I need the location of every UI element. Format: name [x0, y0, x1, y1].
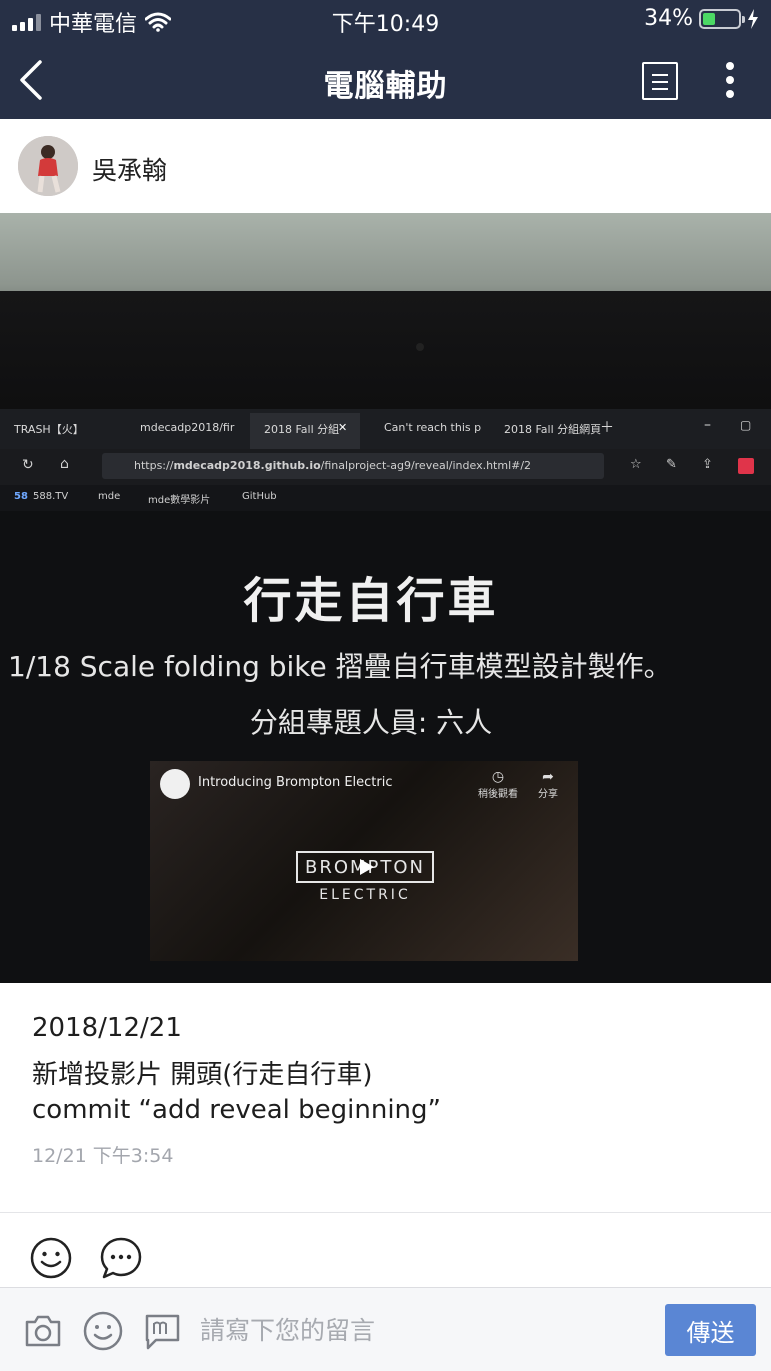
- photo-slide: 行走自行車 1/18 Scale folding bike 摺疊自行車模型設計製…: [0, 511, 771, 983]
- status-right: 34%: [644, 6, 759, 31]
- photo-bookmark-2: mde數學影片: [148, 495, 211, 506]
- photo-tab-0: TRASH【火】: [14, 423, 84, 436]
- sticker-icon[interactable]: [82, 1310, 124, 1352]
- photo-url-prefix: https://: [134, 459, 174, 472]
- camera-icon[interactable]: [22, 1310, 64, 1352]
- photo-tab-1: mdecadp2018/fir: [140, 421, 235, 434]
- smiley-icon[interactable]: [29, 1236, 73, 1280]
- photo-url-path: /finalproject-ag9/reveal/index.html#/2: [320, 459, 532, 472]
- photo-share-icon: ⇪: [702, 457, 713, 472]
- comment-bubble-icon[interactable]: [99, 1236, 143, 1280]
- photo-video-watch-later-label: 稍後觀看: [478, 789, 518, 800]
- post-body: 2018/12/21 新增投影片 開頭(行走自行車) commit “add r…: [0, 983, 771, 1213]
- clock-icon: ◷: [491, 769, 505, 785]
- photo-slide-line2: 分組專題人員: 六人: [249, 706, 493, 739]
- photo-minimize-icon: –: [704, 417, 711, 433]
- photo-tab-3: Can't reach this p: [384, 421, 482, 434]
- post-author: 吳承翰: [0, 119, 771, 213]
- note-icon[interactable]: [142, 1310, 184, 1352]
- photo-url-host: mdecadp2018.github.io: [173, 459, 321, 472]
- photo-favorite-icon: ☆: [630, 457, 642, 472]
- post-photo[interactable]: TRASH【火】 mdecadp2018/fir 2018 Fall 分組 ✕ …: [0, 213, 771, 983]
- avatar[interactable]: [18, 136, 78, 196]
- author-name[interactable]: 吳承翰: [92, 151, 167, 187]
- photo-video-watch-later: ◷ 稍後觀看: [478, 769, 518, 800]
- reaction-bar: [0, 1213, 771, 1287]
- comment-bar: 傳送: [0, 1287, 771, 1371]
- battery-icon: [699, 8, 745, 29]
- photo-home-icon: ⌂: [60, 456, 69, 472]
- photo-new-tab-icon: ＋: [600, 420, 614, 436]
- photo-video-channel-icon: [160, 769, 190, 799]
- play-icon: [360, 859, 374, 875]
- photo-bookmark-3: GitHub: [242, 491, 277, 502]
- photo-address-bar: ↻ ⌂ https://mdecadp2018.github.io/finalp…: [0, 449, 771, 485]
- photo-video-title: Introducing Brompton Electric: [198, 775, 393, 790]
- battery-level: [703, 12, 715, 25]
- photo-tab-4: 2018 Fall 分組網頁: [504, 423, 602, 436]
- photo-extension-icon: [738, 458, 754, 474]
- photo-bookmark-0: 588.TV: [33, 491, 69, 502]
- photo-url: https://mdecadp2018.github.io/finalproje…: [102, 453, 604, 479]
- photo-video-share-label: 分享: [538, 789, 558, 800]
- post-line-date: 2018/12/21: [32, 1013, 182, 1043]
- photo-tab-2: 2018 Fall 分組: [264, 423, 340, 436]
- webcam-dot: [416, 343, 424, 351]
- share-arrow-icon: ➦: [542, 769, 554, 785]
- photo-browser-tabs: TRASH【火】 mdecadp2018/fir 2018 Fall 分組 ✕ …: [0, 409, 771, 449]
- comment-input[interactable]: [200, 1306, 650, 1354]
- post-line-text: 新增投影片 開頭(行走自行車): [32, 1060, 373, 1090]
- photo-slide-title: 行走自行車: [243, 573, 499, 629]
- photo-video-embed: Introducing Brompton Electric ◷ 稍後觀看 ➦ 分…: [150, 761, 578, 961]
- top-bar: 中華電信 下午10:49 34% 電腦輔助: [0, 0, 771, 119]
- photo-bookmarks-bar: 58 588.TV mde mde數學影片 GitHub: [0, 485, 771, 511]
- nav-bar: 電腦輔助: [0, 40, 771, 119]
- monitor-bezel: [0, 291, 771, 421]
- charging-bolt-icon: [748, 8, 758, 29]
- photo-tab-close-icon: ✕: [338, 421, 348, 434]
- photo-video-share: ➦ 分享: [538, 769, 558, 800]
- send-button[interactable]: 傳送: [665, 1304, 756, 1356]
- photo-bookmark-1: mde: [98, 491, 121, 502]
- post-line-commit: commit “add reveal beginning”: [32, 1095, 441, 1125]
- photo-bookmark-badge: 58: [14, 491, 28, 502]
- list-icon[interactable]: [642, 62, 678, 100]
- photo-slide-line1: 1/18 Scale folding bike 摺疊自行車模型設計製作。: [8, 650, 672, 683]
- photo-video-brand-sub: ELECTRIC: [319, 887, 411, 903]
- photo-maximize-icon: ▢: [740, 418, 752, 432]
- photo-pen-icon: ✎: [666, 457, 677, 472]
- status-bar: 中華電信 下午10:49 34%: [0, 0, 771, 40]
- post-timestamp: 12/21 下午3:54: [32, 1145, 174, 1167]
- more-vertical-icon[interactable]: [720, 62, 740, 102]
- photo-refresh-icon: ↻: [22, 457, 34, 473]
- battery-percent: 34%: [644, 6, 693, 31]
